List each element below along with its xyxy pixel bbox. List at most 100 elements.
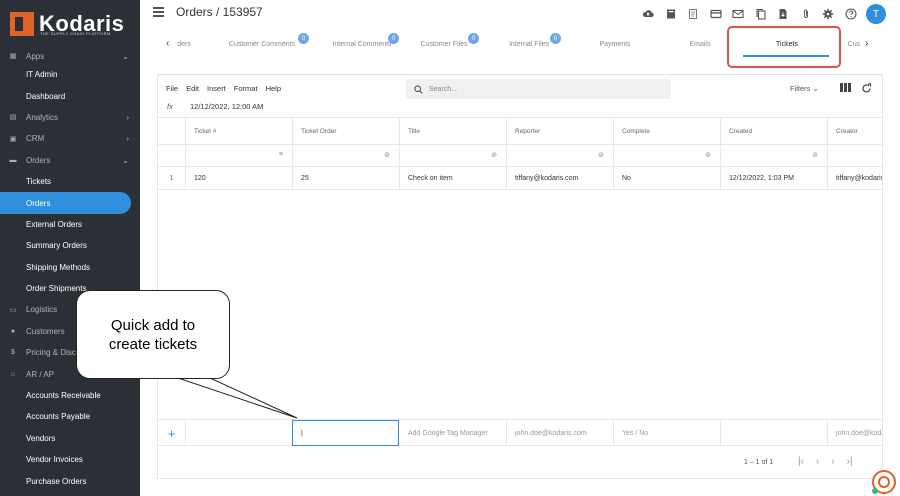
sidebar-item-accounts-receivable[interactable]: Accounts Receivable	[0, 385, 140, 406]
sidebar-item-label: IT Admin	[26, 70, 58, 80]
column-header-reporter[interactable]: Reporter	[507, 117, 614, 145]
table-cell[interactable]: 120	[186, 167, 293, 190]
sidebar-item-vendor-invoices[interactable]: Vendor Invoices	[0, 449, 140, 470]
next-page-icon[interactable]: ›	[831, 456, 834, 467]
avatar[interactable]: T	[866, 4, 886, 24]
sidebar-item-analytics[interactable]: ▤ Analytics ›	[0, 107, 140, 128]
tab-emails[interactable]: Emails	[679, 30, 721, 58]
sidebar-item-it-admin[interactable]: IT Admin	[0, 64, 140, 85]
menu-format[interactable]: Format	[234, 84, 258, 93]
table-cell[interactable]: Check on item	[400, 167, 507, 190]
menu-insert[interactable]: Insert	[207, 84, 226, 93]
column-filter[interactable]	[828, 145, 882, 167]
menu-file[interactable]: File	[166, 84, 178, 93]
sidebar-item-orders[interactable]: ▬ Orders ⌄	[0, 150, 140, 171]
logo-tagline: THE SUPPLY CHAIN PLATFORM	[40, 31, 111, 36]
quick-add-created-input[interactable]	[721, 420, 828, 446]
formula-value[interactable]: 12/12/2022, 12:00 AM	[190, 102, 263, 111]
column-header-ticket-order[interactable]: Ticket Order	[293, 117, 400, 145]
copy-icon[interactable]	[754, 8, 767, 21]
chevron-down-icon: ⌄	[122, 155, 129, 165]
sidebar-item-orders[interactable]: Orders	[0, 192, 131, 214]
page-title: Orders / 153957	[176, 5, 263, 19]
sidebar-item-external-orders[interactable]: External Orders	[0, 214, 140, 235]
quick-add-complete-input[interactable]: Yes / No	[614, 420, 721, 446]
column-header-creator[interactable]: Creator	[828, 117, 882, 145]
column-filter[interactable]: ≡	[186, 145, 293, 167]
mail-icon[interactable]	[732, 8, 745, 21]
column-filter[interactable]: ⊘	[721, 145, 828, 167]
tickets-panel: File Edit Insert Format Help Search... F…	[157, 74, 883, 479]
sidebar-item-accounts-payable[interactable]: Accounts Payable	[0, 406, 140, 427]
filter-off-icon[interactable]: ⊘	[812, 151, 818, 159]
quick-add-cell[interactable]	[186, 420, 293, 446]
column-filter[interactable]: ⊘	[507, 145, 614, 167]
menu-icon[interactable]	[153, 7, 164, 17]
column-header-title[interactable]: Title	[400, 117, 507, 145]
first-page-icon[interactable]: |‹	[798, 456, 804, 467]
add-row-button[interactable]: +	[158, 420, 186, 446]
sidebar-item-dashboard[interactable]: Dashboard	[0, 85, 140, 106]
quick-add-creator-input[interactable]: john.doe@kodaris.com	[828, 420, 882, 446]
sidebar-item-label: Accounts Receivable	[26, 391, 101, 401]
tabs-next-icon[interactable]: ›	[865, 38, 868, 49]
columns-icon[interactable]	[840, 83, 851, 95]
archive-icon[interactable]	[664, 8, 677, 21]
table-cell[interactable]: tiffany@kodaris.com	[507, 167, 614, 190]
filter-off-icon[interactable]: ⊘	[491, 151, 497, 159]
quick-add-title-input[interactable]: Add Google Tag Manager	[400, 420, 507, 446]
support-chat-icon[interactable]	[871, 469, 897, 495]
logo-mark-icon	[10, 12, 34, 36]
search-placeholder: Search...	[429, 85, 458, 93]
sidebar-item-label: Customers	[26, 326, 65, 336]
credit-card-icon[interactable]	[709, 8, 722, 21]
prev-page-icon[interactable]: ‹	[816, 456, 819, 467]
sidebar-item-crm[interactable]: ▣ CRM ›	[0, 128, 140, 149]
table-cell[interactable]: No	[614, 167, 721, 190]
tab-internal-comments[interactable]: Internal Comments 0	[317, 30, 407, 58]
menu-bar: File Edit Insert Format Help	[166, 84, 289, 93]
gear-icon[interactable]	[822, 8, 835, 21]
table-cell[interactable]: tiffany@kodaris.com	[828, 167, 882, 190]
column-filter[interactable]: ⊘	[614, 145, 721, 167]
tab-customer-files[interactable]: Customer Files 0	[413, 30, 479, 58]
help-icon[interactable]	[844, 8, 857, 21]
tab-customer-comments[interactable]: Customer Comments 0	[217, 30, 309, 58]
callout-annotation: Quick add to create tickets	[76, 290, 230, 379]
search-input[interactable]: Search...	[406, 79, 671, 99]
filter-icon[interactable]: ≡	[279, 151, 283, 158]
sidebar-item-purchase-orders[interactable]: Purchase Orders	[0, 470, 140, 491]
tab-customer[interactable]: Cus	[845, 30, 863, 58]
cloud-upload-icon[interactable]	[642, 8, 655, 21]
menu-edit[interactable]: Edit	[186, 84, 199, 93]
receipt-icon[interactable]	[687, 8, 700, 21]
attachment-icon[interactable]	[799, 8, 812, 21]
filters-button[interactable]: Filters ⌄	[790, 84, 819, 93]
column-header-created[interactable]: Created	[721, 117, 828, 145]
sidebar-item-summary-orders[interactable]: Summary Orders	[0, 235, 140, 256]
filter-off-icon[interactable]: ⊘	[705, 151, 711, 159]
column-header-complete[interactable]: Complete	[614, 117, 721, 145]
last-page-icon[interactable]: ›|	[847, 456, 853, 467]
menu-help[interactable]: Help	[266, 84, 281, 93]
tab-internal-files[interactable]: Internal Files 0	[503, 30, 561, 58]
filter-off-icon[interactable]: ⊘	[384, 151, 390, 159]
tab-orders[interactable]: ders	[171, 30, 197, 58]
tabs-prev-icon[interactable]: ‹	[166, 38, 169, 49]
filter-off-icon[interactable]: ⊘	[598, 151, 604, 159]
column-header-ticket-number[interactable]: Ticket #	[186, 117, 293, 145]
column-filter[interactable]: ⊘	[293, 145, 400, 167]
quick-add-reporter-input[interactable]: john.doe@kodaris.com	[507, 420, 614, 446]
sidebar-item-tickets[interactable]: Tickets	[0, 171, 140, 192]
tab-payments[interactable]: Payments	[587, 30, 643, 58]
tab-highlight-box	[727, 26, 841, 68]
quick-add-ticket-order-input[interactable]: |	[292, 420, 399, 446]
sidebar-item-vendors[interactable]: Vendors	[0, 428, 140, 449]
refresh-icon[interactable]	[861, 83, 872, 97]
column-filter[interactable]: ⊘	[400, 145, 507, 167]
table-cell[interactable]: 25	[293, 167, 400, 190]
sidebar-item-apps[interactable]: ▦ Apps ⌄	[0, 48, 140, 64]
download-file-icon[interactable]	[777, 8, 790, 21]
sidebar-item-shipping-methods[interactable]: Shipping Methods	[0, 257, 140, 278]
table-cell[interactable]: 12/12/2022, 1:03 PM	[721, 167, 828, 190]
